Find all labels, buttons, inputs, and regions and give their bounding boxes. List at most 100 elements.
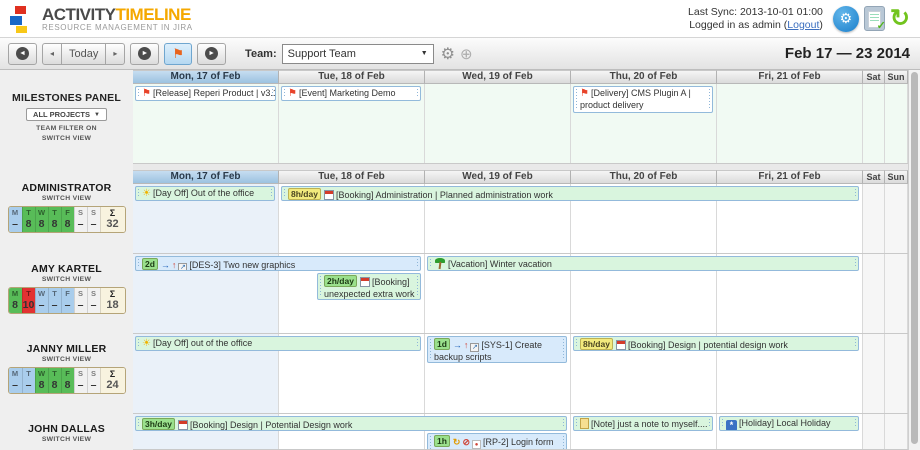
day-cell[interactable]	[885, 334, 908, 413]
today-button[interactable]: Today	[61, 43, 106, 65]
top-bar: ACTIVITYTIMELINE RESOURCE MANAGEMENT IN …	[0, 0, 920, 38]
booking-calendar-icon	[616, 340, 626, 350]
booking-calendar-icon	[178, 420, 188, 430]
team-select-value: Support Team	[288, 48, 421, 60]
day-cell[interactable]	[863, 414, 885, 449]
day-header-sun: Sun	[885, 170, 908, 184]
event-task-des3[interactable]: 2d→↑↗[DES-3] Two new graphics	[135, 256, 421, 271]
hours-badge: 2h/day	[324, 275, 357, 287]
team-filter-link[interactable]: TEAM FILTER ON	[0, 125, 133, 132]
milestone-event[interactable]: ⚑[Event] Marketing Demo	[281, 86, 421, 101]
day-cell[interactable]	[863, 84, 885, 163]
team-settings-gear-icon[interactable]: ⚙	[441, 44, 455, 64]
week-sum-cell: Σ32	[100, 207, 125, 232]
settings-gear-icon[interactable]: ⚙	[833, 6, 859, 32]
milestone-delivery[interactable]: ⚑[Delivery] CMS Plugin A | product deliv…	[573, 86, 713, 113]
brand-activity: ACTIVITY	[42, 5, 115, 24]
next-milestone-button[interactable]: ►	[197, 43, 226, 65]
jump-prev-button[interactable]: ◄	[8, 43, 37, 65]
day-header-mon: Mon, 17 of Feb	[133, 170, 279, 184]
switch-view-link[interactable]: SWITCH VIEW	[0, 276, 133, 283]
event-note[interactable]: [Note] just a note to myself....	[573, 416, 713, 431]
reports-clipboard-icon[interactable]: ✓	[864, 6, 885, 31]
milestones-row: ⚑[Release] Reperi Product | v3.1 ⚑[Event…	[133, 84, 908, 164]
team-select[interactable]: Support Team ▼	[282, 44, 434, 64]
workload-week-table: M– T– W8 T8 F8 S– S– Σ24	[8, 367, 126, 394]
booking-calendar-icon	[360, 277, 370, 287]
sun-icon: ☀	[142, 188, 151, 199]
day-cell[interactable]	[885, 414, 908, 449]
event-booking[interactable]: 8h/day[Booking] Administration | Planned…	[281, 186, 859, 201]
blocker-priority-icon: ⊘	[462, 437, 470, 447]
user-block-administrator: ADMINISTRATOR SWITCH VIEW M– T8 W8 T8 F8…	[0, 182, 133, 233]
event-vacation[interactable]: [Vacation] Winter vacation	[427, 256, 859, 271]
day-cell[interactable]	[863, 334, 885, 413]
duration-badge: 2d	[142, 258, 158, 270]
switch-view-link[interactable]: SWITCH VIEW	[0, 135, 133, 142]
day-header-tue: Tue, 18 of Feb	[279, 170, 425, 184]
user-block-amy-kartel: AMY KARTEL SWITCH VIEW M8 T10 W– T– F– S…	[0, 263, 133, 314]
user-name: AMY KARTEL	[0, 263, 133, 275]
milestones-toggle-button[interactable]: ⚑	[164, 43, 192, 65]
date-range-label: Feb 17 — 23 2014	[785, 45, 910, 62]
day-header-tue: Tue, 18 of Feb	[279, 70, 425, 84]
flag-icon: ⚑	[172, 47, 184, 60]
day-cell[interactable]	[885, 84, 908, 163]
prev-icon: ◄	[16, 47, 29, 60]
next-icon: ►	[205, 47, 218, 60]
step-next-button[interactable]: ▸	[105, 43, 125, 65]
workload-week-table: M– T8 W8 T8 F8 S– S– Σ32	[8, 206, 126, 233]
toolbar: ◄ ◂ Today ▸ ► ⚑ ► Team: Support Team ▼ ⚙…	[0, 38, 920, 70]
day-cell[interactable]	[717, 84, 863, 163]
vertical-scrollbar[interactable]	[908, 70, 920, 450]
logout-link[interactable]: Logout	[787, 19, 819, 31]
chevron-down-icon: ▼	[94, 112, 100, 118]
status-icon: ↗	[470, 343, 479, 352]
session-info: Last Sync: 2013-10-01 01:00 Logged in as…	[688, 6, 823, 32]
bug-status-icon: ●	[472, 440, 481, 449]
note-icon	[580, 418, 589, 429]
task-type-icon: →	[161, 260, 170, 270]
main-area: MILESTONES PANEL ALL PROJECTS▼ TEAM FILT…	[0, 70, 920, 450]
logged-in-text: Logged in as admin (	[689, 19, 787, 31]
day-cell[interactable]	[885, 184, 908, 253]
day-header-thu: Thu, 20 of Feb	[571, 70, 717, 84]
day-cell[interactable]	[863, 184, 885, 253]
switch-view-link[interactable]: SWITCH VIEW	[0, 356, 133, 363]
next-icon: ►	[138, 47, 151, 60]
switch-view-link[interactable]: SWITCH VIEW	[0, 195, 133, 202]
day-header-wed: Wed, 19 of Feb	[425, 70, 571, 84]
brand-block: ACTIVITYTIMELINE RESOURCE MANAGEMENT IN …	[42, 5, 193, 32]
activitytimeline-app: ACTIVITYTIMELINE RESOURCE MANAGEMENT IN …	[0, 0, 920, 450]
chevron-down-icon: ▼	[421, 50, 428, 57]
duration-badge: 1d	[434, 338, 450, 350]
milestone-flag-icon: ⚑	[580, 88, 589, 99]
project-filter-dropdown[interactable]: ALL PROJECTS▼	[26, 108, 107, 121]
add-team-icon[interactable]: ⊕	[460, 45, 473, 63]
sync-refresh-icon[interactable]: ↻	[890, 7, 910, 31]
milestone-flag-icon: ⚑	[288, 88, 297, 99]
step-prev-button[interactable]: ◂	[42, 43, 62, 65]
event-day-off[interactable]: ☀[Day Off] Out of the office	[135, 186, 275, 201]
event-booking[interactable]: 2h/day[Booking] unexpected extra work	[317, 273, 421, 300]
jump-next-button[interactable]: ►	[130, 43, 159, 65]
event-task-sys1[interactable]: 1d→↑↗[SYS-1] Create backup scripts	[427, 336, 567, 363]
user-name: JANNY MILLER	[0, 343, 133, 355]
hours-badge: 8h/day	[288, 188, 321, 200]
event-booking[interactable]: 3h/day[Booking] Design | Potential Desig…	[135, 416, 567, 431]
day-cell[interactable]	[863, 254, 885, 333]
event-booking[interactable]: 8h/day[Booking] Design | potential desig…	[573, 336, 859, 351]
holiday-snowflake-icon: *	[726, 420, 737, 431]
day-cell[interactable]	[885, 254, 908, 333]
milestone-release[interactable]: ⚑[Release] Reperi Product | v3.1	[135, 86, 276, 101]
event-day-off[interactable]: ☀[Day Off] out of the office	[135, 336, 421, 351]
scrollbar-thumb[interactable]	[911, 72, 918, 444]
duration-badge: 1h	[434, 435, 450, 447]
app-logo-icon	[8, 5, 34, 33]
user-block-janny-miller: JANNY MILLER SWITCH VIEW M– T– W8 T8 F8 …	[0, 343, 133, 394]
event-task-rp2[interactable]: 1h↻⊘●[RP-2] Login form is not working	[427, 433, 567, 450]
check-icon: ✓	[877, 19, 886, 32]
day-cell[interactable]	[425, 84, 571, 163]
event-holiday[interactable]: *[Holiday] Local Holiday	[719, 416, 859, 431]
switch-view-link[interactable]: SWITCH VIEW	[0, 436, 133, 443]
